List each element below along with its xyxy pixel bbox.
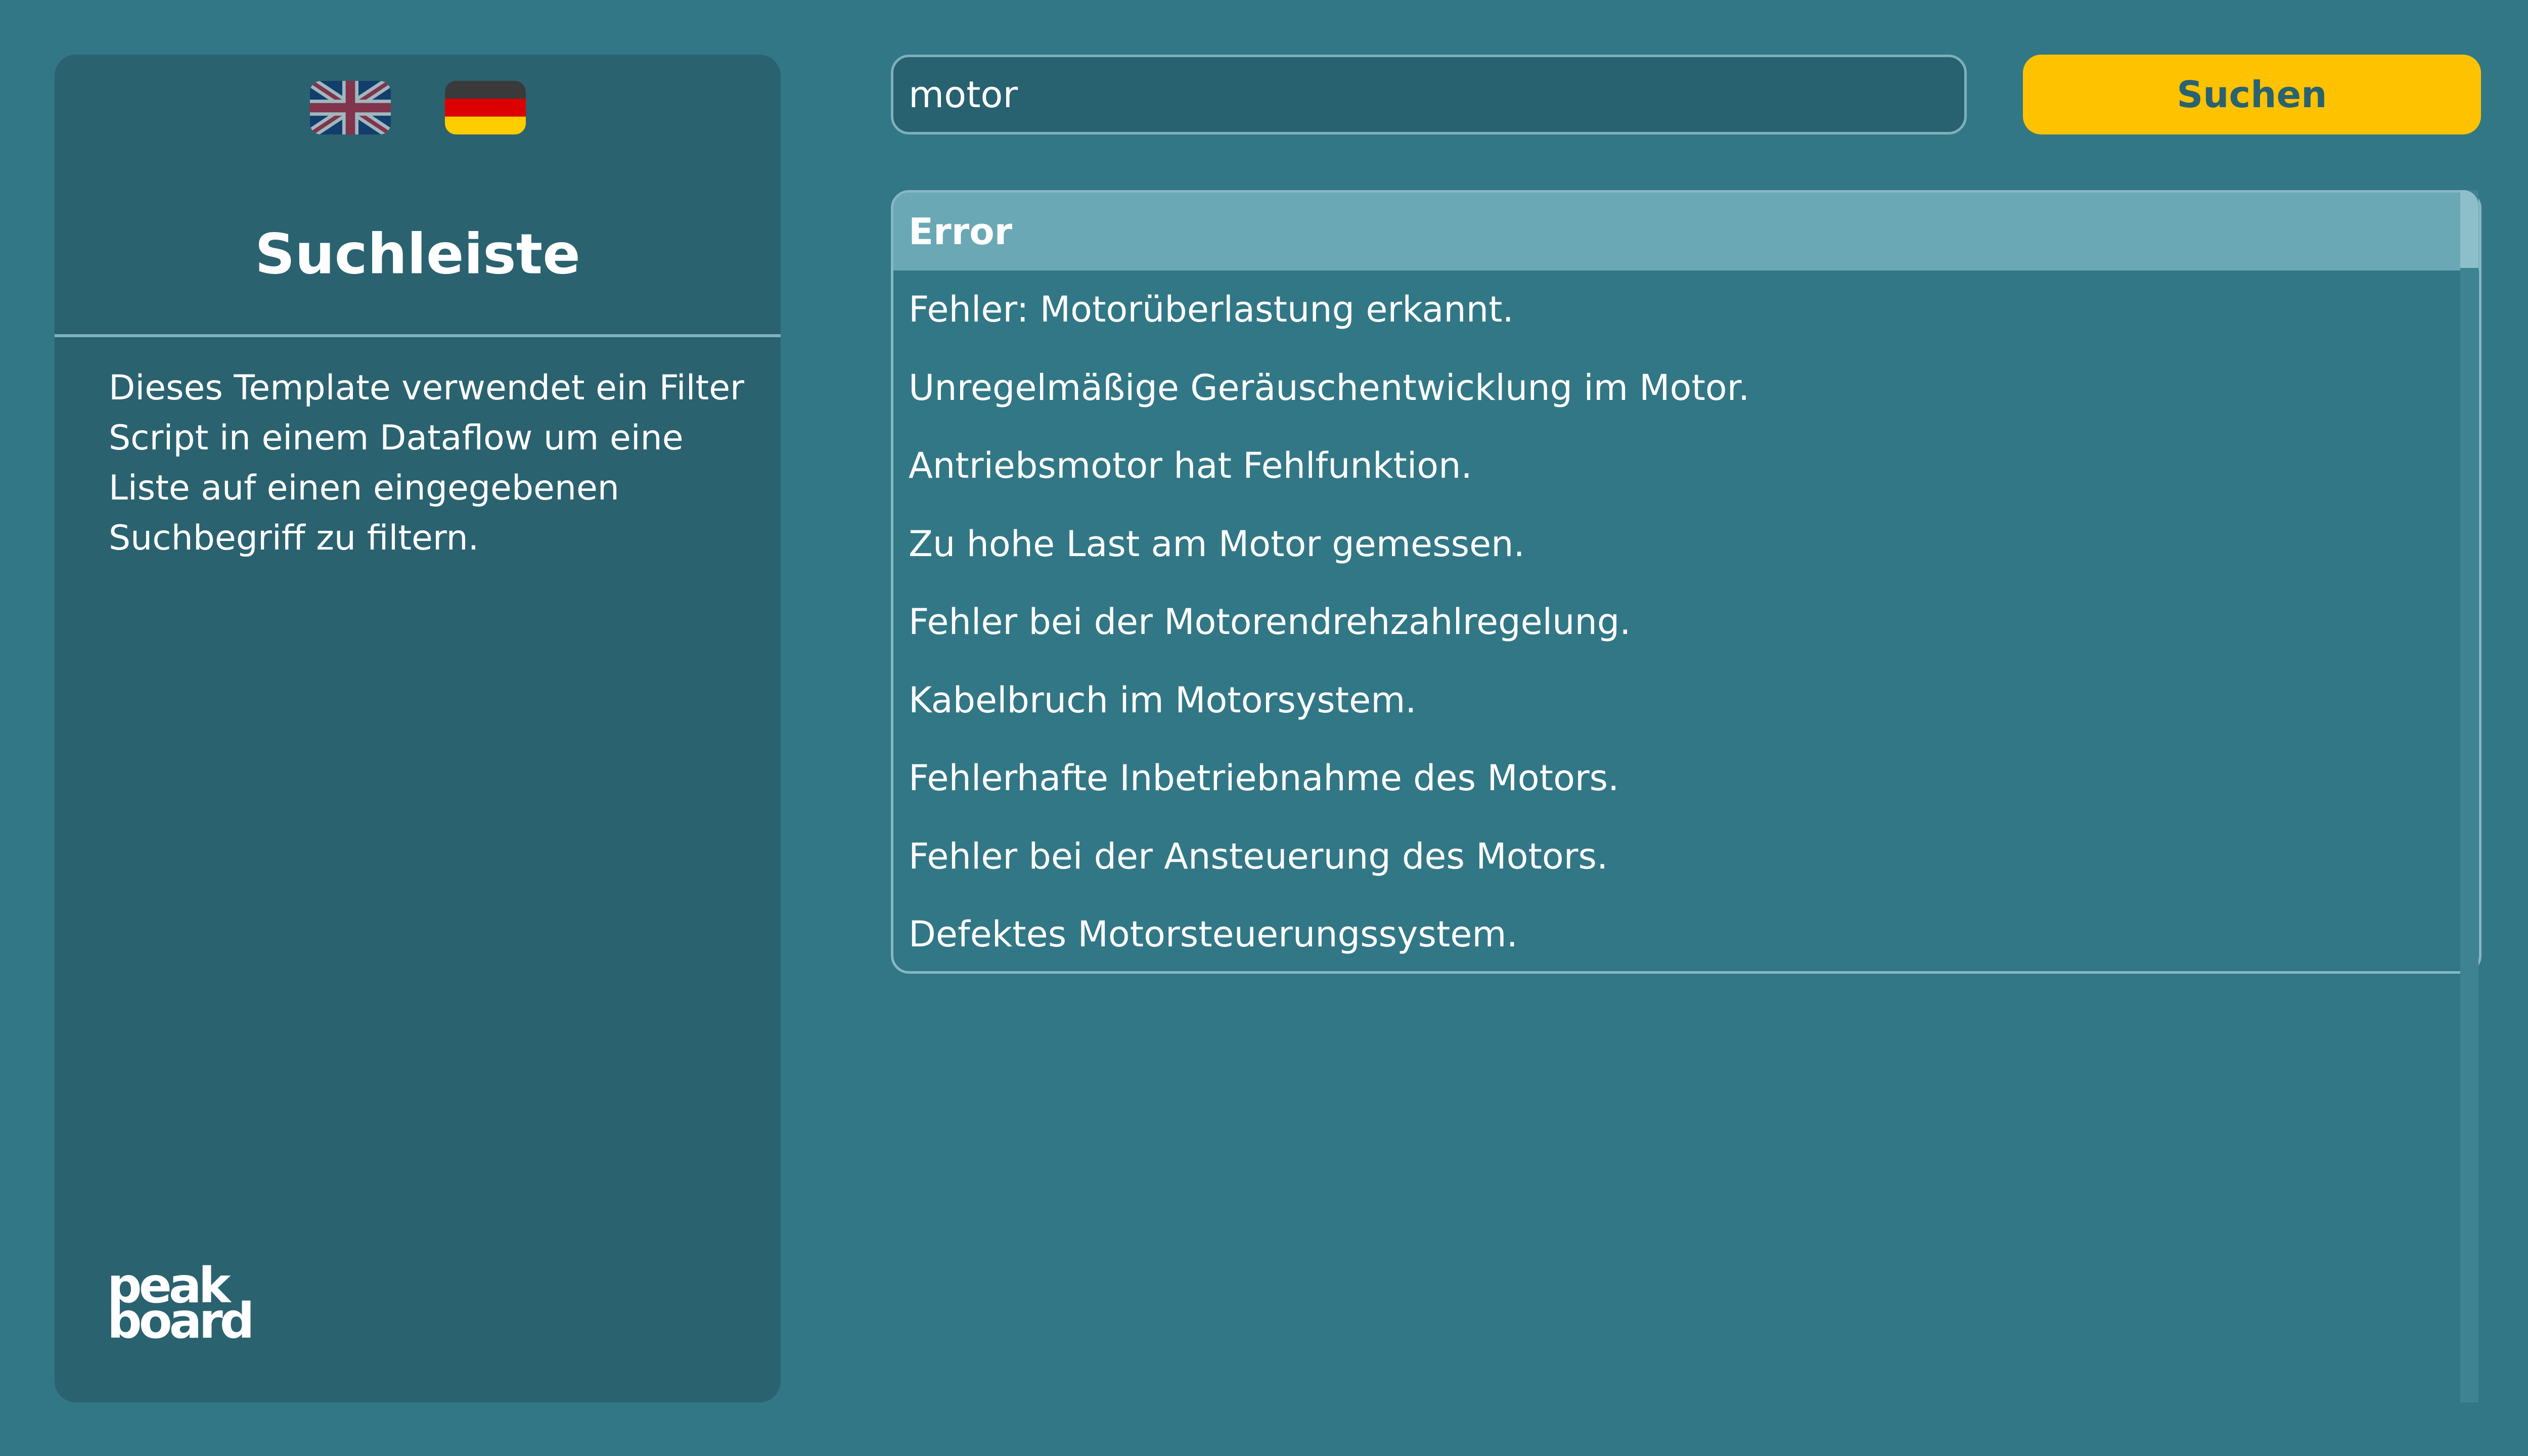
list-item[interactable]: Defektes Motorsteuerungssystem.	[893, 895, 2479, 971]
peakboard-logo: peak board	[107, 1261, 255, 1349]
results-list[interactable]: Error Fehler: Motorüberlastung erkannt. …	[891, 190, 2481, 974]
template-description: Dieses Template verwendet ein Filter Scr…	[109, 368, 745, 558]
search-input[interactable]	[891, 55, 1967, 134]
language-german-button[interactable]	[445, 81, 526, 134]
list-item[interactable]: Fehler bei der Motorendrehzahlregelung.	[893, 583, 2479, 661]
list-item[interactable]: Unregelmäßige Geräuschentwicklung im Mot…	[893, 349, 2479, 427]
list-item[interactable]: Fehler bei der Ansteuerung des Motors.	[893, 817, 2479, 896]
list-item[interactable]: Fehler: Motorüberlastung erkannt.	[893, 270, 2479, 349]
list-header-error: Error	[893, 193, 2479, 270]
list-item[interactable]: Zu hohe Last am Motor gemessen.	[893, 505, 2479, 583]
list-scrollbar-thumb[interactable]	[2460, 190, 2478, 268]
search-button[interactable]: Suchen	[2023, 55, 2481, 134]
list-item[interactable]: Fehlerhafte Inbetriebnahme des Motors.	[893, 739, 2479, 817]
list-item[interactable]: Kabelbruch im Motorsystem.	[893, 661, 2479, 740]
divider	[55, 334, 781, 337]
page-title: Suchleiste	[255, 221, 580, 287]
list-scrollbar[interactable]	[2460, 190, 2478, 1402]
germany-flag-icon	[445, 81, 526, 134]
list-item[interactable]: Antriebsmotor hat Fehlfunktion.	[893, 427, 2479, 505]
info-panel: Suchleiste Dieses Template verwendet ein…	[55, 55, 781, 1402]
uk-flag-icon	[310, 81, 391, 134]
language-english-button[interactable]	[310, 81, 391, 134]
logo-text-bottom: board	[107, 1293, 255, 1349]
